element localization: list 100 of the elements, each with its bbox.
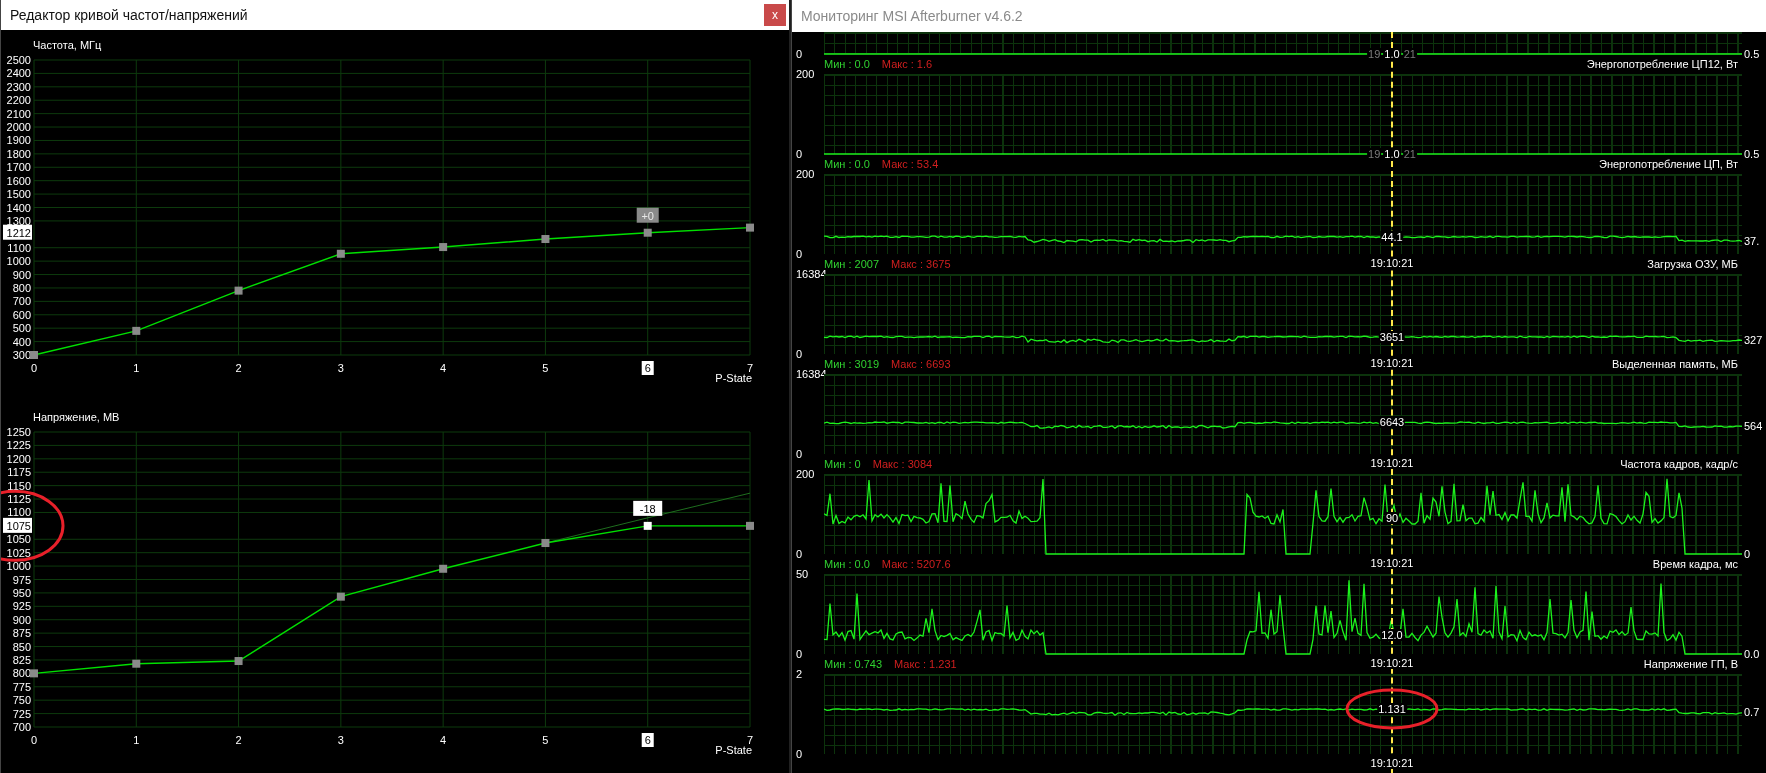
axis-max-label: 200 bbox=[796, 68, 815, 80]
y-tick-label: 2000 bbox=[6, 121, 31, 134]
current-value: 12.0 bbox=[1380, 629, 1404, 642]
axis-min-label: 0 bbox=[796, 348, 803, 360]
last-value: 0.7 bbox=[1744, 705, 1760, 718]
x-tick-label: 1 bbox=[133, 734, 140, 746]
min-reading: Мин : 0 bbox=[824, 458, 861, 470]
y-tick-label: 400 bbox=[12, 335, 31, 348]
y-tick-label: 775 bbox=[12, 680, 31, 693]
y-tick-label: 1250 bbox=[6, 426, 31, 438]
x-tick-label: 0 bbox=[30, 362, 38, 374]
window-title: Мониторинг MSI Afterburner v4.6.2 bbox=[801, 8, 1023, 24]
y-tick-label: 2200 bbox=[6, 94, 31, 107]
min-reading: Мин : 3019 bbox=[824, 358, 880, 370]
max-reading: Макс : 3675 bbox=[891, 258, 951, 270]
y-tick-label: 1125 bbox=[7, 493, 31, 506]
y-tick-label: 2300 bbox=[6, 80, 31, 93]
axis-title: P-State bbox=[715, 744, 752, 756]
x-tick-label: 3 bbox=[337, 734, 344, 746]
y-tick-label: 600 bbox=[12, 308, 31, 321]
max-reading: Макс : 1.231 bbox=[894, 658, 957, 670]
y-tick-label: 1000 bbox=[6, 255, 31, 268]
y-tick-label: 1300 bbox=[6, 214, 31, 227]
y-tick-label: 900 bbox=[12, 268, 31, 281]
time-label: 19:10:21 bbox=[1369, 257, 1415, 269]
x-tick-label: 7 bbox=[746, 362, 754, 374]
last-value: 0.5 bbox=[1744, 148, 1760, 160]
y-tick-label: 700 bbox=[12, 295, 31, 308]
time-label: 19 bbox=[1367, 48, 1382, 60]
last-value: 37. bbox=[1744, 235, 1760, 248]
axis-min-label: 0 bbox=[796, 748, 803, 760]
y-tick-label: 825 bbox=[12, 653, 31, 666]
y-tick-label: 1600 bbox=[6, 174, 31, 187]
annotation: +0 bbox=[641, 209, 654, 222]
y-tick-label: 700 bbox=[12, 721, 31, 733]
axis-min-label: 0 bbox=[796, 648, 803, 660]
axis-max-label: 50 bbox=[796, 568, 809, 580]
curve-point[interactable] bbox=[643, 521, 652, 530]
time-label: 19:10:21 bbox=[1369, 657, 1415, 669]
time-label: 19 bbox=[1367, 148, 1382, 160]
current-value: 6643 bbox=[1378, 416, 1406, 429]
x-tick-label: 5 bbox=[542, 362, 549, 374]
x-tick-label: 7 bbox=[746, 734, 754, 746]
min-reading: Мин : 2007 bbox=[824, 258, 880, 270]
y-tick-label: 500 bbox=[12, 322, 31, 335]
time-label: 19:10:21 bbox=[1369, 357, 1415, 369]
x-tick-label: 4 bbox=[440, 362, 447, 374]
axis-title: Напряжение, МВ bbox=[33, 410, 120, 424]
y-tick-label: 800 bbox=[12, 281, 31, 294]
current-value: 1.0 bbox=[1383, 48, 1401, 60]
axis-max-label: 200 bbox=[796, 468, 815, 480]
y-tick-label: 1700 bbox=[6, 161, 31, 174]
y-tick-label: 1500 bbox=[6, 188, 31, 201]
max-reading: Макс : 53.4 bbox=[881, 158, 939, 170]
close-button[interactable]: x bbox=[764, 4, 786, 26]
x-tick-label: 1 bbox=[133, 362, 140, 374]
y-tick-label: 900 bbox=[12, 613, 31, 626]
current-value: 90 bbox=[1384, 512, 1400, 525]
curve-point[interactable] bbox=[541, 539, 550, 548]
x-tick-label: 2 bbox=[235, 362, 242, 374]
graph-title: Частота кадров, кадр/с bbox=[1620, 458, 1738, 470]
y-tick-label: 975 bbox=[12, 573, 31, 586]
current-value: 1.131 bbox=[1377, 703, 1407, 715]
y-tick-label: 2500 bbox=[6, 54, 31, 66]
curve-point[interactable] bbox=[234, 657, 243, 666]
axis-min-label: 0 bbox=[796, 148, 803, 160]
y-tick-label: 1200 bbox=[6, 452, 31, 465]
graph-title: Напряжение ГП, В bbox=[1643, 658, 1738, 670]
axis-min-label: 0 bbox=[796, 548, 803, 560]
graph-title: Энергопотребление ЦП, Вт bbox=[1599, 158, 1738, 170]
max-reading: Макс : 3084 bbox=[872, 458, 933, 470]
time-label: 19:10:21 bbox=[1369, 557, 1415, 569]
y-tick-label: 1800 bbox=[6, 147, 31, 160]
x-tick-label: 2 bbox=[235, 734, 242, 746]
x-tick-label: 0 bbox=[30, 734, 38, 746]
time-label: 21 bbox=[1402, 148, 1417, 160]
last-value: 0.0 bbox=[1744, 648, 1760, 660]
time-label: 21 bbox=[1402, 48, 1417, 60]
curve-point[interactable] bbox=[132, 326, 141, 335]
last-value: 0 bbox=[1744, 548, 1751, 560]
axis-max-label: 200 bbox=[796, 168, 815, 180]
min-reading: Мин : 0.743 bbox=[824, 658, 883, 670]
current-value: 44.1 bbox=[1380, 230, 1404, 243]
curve-point[interactable] bbox=[439, 243, 448, 252]
selected-value-label: 1075 bbox=[3, 517, 32, 533]
y-tick-label: 950 bbox=[12, 586, 31, 599]
min-reading: Мин : 0.0 bbox=[824, 558, 870, 570]
y-tick-label: 850 bbox=[12, 640, 31, 653]
max-reading: Макс : 1.6 bbox=[881, 58, 933, 70]
annotation: -18 bbox=[639, 502, 656, 515]
y-tick-label: 1050 bbox=[6, 533, 31, 546]
y-tick-label: 1175 bbox=[7, 466, 31, 479]
y-tick-label: 725 bbox=[12, 707, 31, 720]
selected-value-label: 1212 bbox=[3, 224, 32, 240]
window-title: Редактор кривой частот/напряжений bbox=[10, 7, 248, 23]
axis-title: Частота, МГц bbox=[33, 38, 102, 52]
min-reading: Мин : 0.0 bbox=[824, 158, 870, 170]
y-tick-label: 925 bbox=[12, 600, 31, 613]
last-value: 327 bbox=[1744, 334, 1763, 346]
y-tick-label: 1025 bbox=[6, 546, 31, 559]
